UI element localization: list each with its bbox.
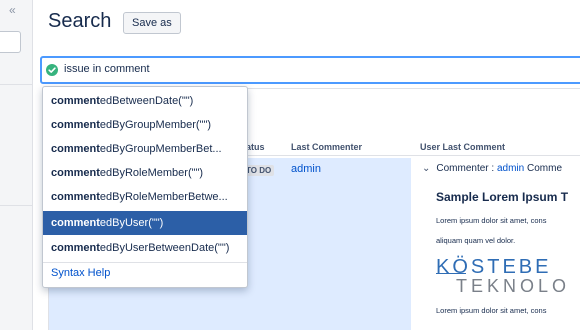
check-circle-icon (46, 64, 58, 76)
logo-underline (436, 273, 466, 274)
suggestion-item[interactable]: commentedByGroupMemberBet... (43, 137, 247, 161)
comment-tail: Comme (524, 163, 563, 174)
comment-text: aliquam quam vel dolor. (436, 236, 516, 245)
page-title: Search (48, 10, 112, 32)
jql-query-input[interactable]: issue in comment (40, 56, 580, 84)
save-as-button[interactable]: Save as (123, 12, 181, 34)
dropdown-divider (43, 262, 247, 263)
sidebar-divider (0, 205, 33, 206)
autocomplete-dropdown: commentedBetweenDate("") commentedByGrou… (42, 86, 248, 288)
comment-text: Lorem ipsum dolor sit amet, cons (436, 306, 547, 315)
query-text[interactable]: issue in comment (64, 63, 150, 75)
comment-header[interactable]: ⌄ Commenter : admin Comme (422, 163, 562, 174)
suggestion-item-selected[interactable]: commentedByUser("") (43, 211, 247, 235)
suggestion-item[interactable]: commentedBetweenDate("") (43, 89, 247, 113)
suggestion-item[interactable]: commentedByRoleMember("") (43, 161, 247, 185)
left-sidebar: « (0, 0, 33, 330)
suggestion-item[interactable]: commentedByUserBetweenDate("") (43, 236, 247, 260)
chevron-down-icon[interactable]: ⌄ (422, 163, 430, 174)
column-header-user-last-comment[interactable]: User Last Comment (420, 142, 505, 152)
sidebar-divider (0, 84, 33, 85)
sidebar-filter-input[interactable] (0, 31, 21, 53)
suggestion-item[interactable]: commentedByGroupMember("") (43, 113, 247, 137)
comment-title: Sample Lorem Ipsum T (436, 190, 569, 204)
comment-text: Lorem ipsum dolor sit amet, cons (436, 216, 547, 225)
last-commenter-link[interactable]: admin (291, 163, 321, 175)
commenter-user-link[interactable]: admin (497, 163, 524, 174)
commenter-label: Commenter : (436, 163, 497, 174)
collapse-sidebar-icon[interactable]: « (9, 4, 16, 16)
company-logo-bottom: TEKNOLO (456, 276, 571, 296)
suggestion-item[interactable]: commentedByRoleMemberBetwe... (43, 185, 247, 209)
user-last-comment-cell: ⌄ Commenter : admin Comme Sample Lorem Ip… (420, 160, 580, 330)
column-header-last-commenter[interactable]: Last Commenter (291, 142, 362, 152)
syntax-help-link[interactable]: Syntax Help (51, 267, 110, 279)
